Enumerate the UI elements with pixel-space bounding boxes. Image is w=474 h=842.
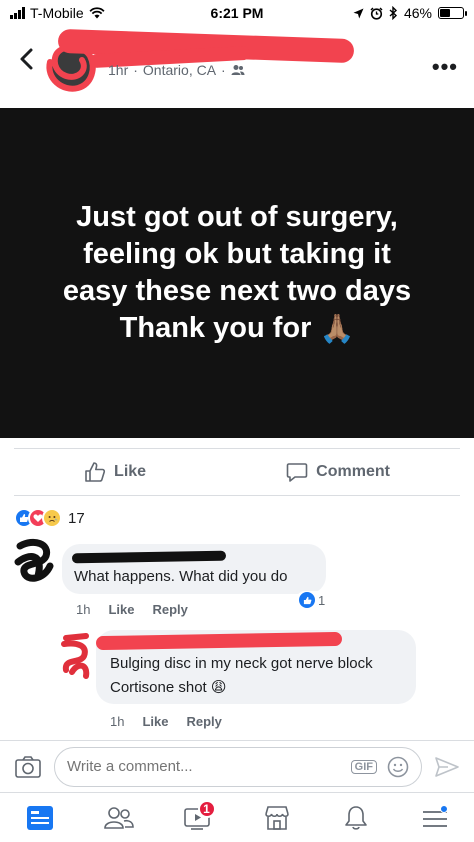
comment-time: 1h: [110, 714, 125, 729]
status-right: 46%: [353, 5, 467, 21]
battery-fill: [440, 9, 451, 17]
redacted-replier-avatar[interactable]: [58, 632, 94, 680]
comment-label: Comment: [316, 463, 390, 480]
tab-watch[interactable]: 1: [178, 798, 218, 838]
comment-text-line: Cortisone shot 😩: [110, 676, 410, 700]
comment-icon: [286, 463, 308, 482]
friends-privacy-icon: [231, 65, 245, 75]
carrier-label: T-Mobile: [30, 5, 84, 21]
battery-percent: 46%: [403, 5, 432, 21]
post-text-line: feeling ok but taking it: [83, 237, 391, 270]
comment-text-line-text: Cortisone shot: [110, 679, 207, 696]
location-arrow-icon: [353, 8, 364, 18]
thumbs-up-icon: [85, 462, 106, 482]
more-options-button[interactable]: •••: [432, 54, 458, 80]
action-bar: Like Comment: [14, 448, 460, 496]
comment-reply-button[interactable]: Reply: [186, 714, 221, 729]
comment-actions: 1h Like Reply: [64, 602, 188, 617]
bottom-tab-bar: 1: [0, 792, 474, 842]
redacted-replier-name: [95, 631, 343, 651]
status-bar: T-Mobile 6:21 PM 46%: [0, 0, 474, 26]
post-text-line: easy these next two days: [62, 274, 412, 307]
folded-hands-emoji: 🙏🏽: [319, 313, 355, 345]
comment-like-button[interactable]: Like: [142, 714, 168, 729]
composer-input-actions: GIF: [350, 756, 409, 778]
alarm-icon: [370, 6, 383, 20]
post-text-line: Just got out of surgery,: [76, 200, 398, 233]
bluetooth-icon: [389, 6, 397, 20]
sad-reaction-icon: [42, 508, 62, 528]
tab-news-feed[interactable]: [20, 798, 60, 838]
send-icon[interactable]: [434, 755, 460, 779]
reaction-icons: [14, 508, 62, 528]
battery-icon: [438, 7, 467, 19]
gif-button[interactable]: GIF: [350, 759, 377, 774]
post-header: 1hr · Ontario, CA · •••: [0, 26, 474, 106]
comment-input[interactable]: [67, 758, 267, 775]
comment-reply-button[interactable]: Reply: [152, 602, 187, 617]
comment-like-count[interactable]: 1: [296, 591, 329, 609]
camera-icon[interactable]: [14, 755, 42, 779]
comment-like-number: 1: [318, 592, 326, 608]
reaction-count: 17: [68, 509, 85, 527]
comment-bubble[interactable]: What happens. What did you do: [62, 544, 326, 594]
news-feed-icon: [26, 805, 53, 830]
comment-actions: 1h Like Reply: [98, 714, 222, 729]
wifi-icon: [89, 7, 105, 19]
tab-friends[interactable]: [99, 798, 139, 838]
post-location: Ontario, CA: [142, 62, 217, 78]
post-time: 1hr: [108, 62, 129, 78]
bell-icon: [344, 805, 367, 830]
signal-icon: [10, 7, 25, 19]
friends-icon: [103, 806, 134, 829]
post-meta: 1hr · Ontario, CA ·: [108, 62, 245, 78]
redacted-commenter-avatar[interactable]: [14, 536, 56, 586]
post-text: Just got out of surgery, feeling ok but …: [27, 199, 447, 348]
post-text-line: Thank you for 🙏🏽: [27, 310, 447, 348]
comment-text: Bulging disc in my neck got nerve block …: [110, 652, 410, 700]
comment-composer: GIF: [0, 740, 474, 792]
watch-notification-badge: 1: [197, 799, 216, 818]
comment-text-line: Bulging disc in my neck got nerve block: [110, 655, 373, 672]
marketplace-icon: [264, 805, 289, 830]
like-button[interactable]: Like: [84, 461, 146, 483]
like-reaction-icon: [299, 592, 315, 608]
post-text-line-text: Thank you for: [119, 311, 312, 344]
meta-separator: ·: [221, 62, 226, 78]
comment-time: 1h: [76, 602, 91, 617]
weary-face-emoji: 😩: [210, 679, 227, 696]
redacted-commenter-name: [71, 550, 227, 564]
sticker-emoji-icon[interactable]: [387, 756, 409, 778]
like-label: Like: [114, 463, 147, 480]
comment-input-box[interactable]: GIF: [54, 746, 422, 787]
comment-like-button[interactable]: Like: [108, 602, 134, 617]
back-button[interactable]: [14, 44, 40, 74]
tab-notifications[interactable]: [336, 798, 376, 838]
tab-menu[interactable]: [415, 798, 455, 838]
status-left: T-Mobile: [10, 5, 105, 21]
comment-text: What happens. What did you do: [74, 568, 288, 585]
meta-separator: ·: [133, 62, 138, 78]
reactions-summary[interactable]: 17: [14, 508, 85, 528]
post-image[interactable]: Just got out of surgery, feeling ok but …: [0, 108, 474, 438]
hamburger-menu-icon: [422, 804, 448, 827]
tab-marketplace[interactable]: [257, 798, 297, 838]
comment-button[interactable]: Comment: [286, 461, 390, 483]
